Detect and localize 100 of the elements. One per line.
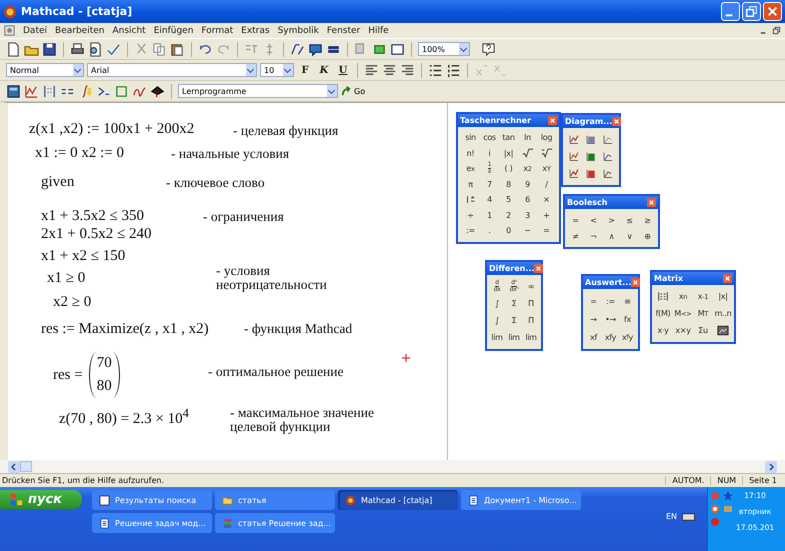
palette-key[interactable]: ≠ xyxy=(566,228,584,244)
paste-icon[interactable] xyxy=(170,42,185,56)
palette-key[interactable]: 8 xyxy=(499,176,518,192)
palette-key[interactable]: 6 xyxy=(518,192,537,208)
scroll-thumb[interactable] xyxy=(20,461,32,472)
palette-key[interactable]: ÷ xyxy=(461,208,480,223)
palette-key[interactable]: f(M) xyxy=(653,305,673,322)
palette-key[interactable]: ¬ xyxy=(584,228,602,244)
palette-key[interactable]: ∫ xyxy=(488,312,506,329)
scroll-left-icon[interactable] xyxy=(8,460,20,472)
font-size-select[interactable]: 10 xyxy=(260,63,294,77)
zoom-select[interactable]: 100% xyxy=(418,42,470,56)
palette-key[interactable]: Π xyxy=(522,312,540,329)
palette-key[interactable]: |x| xyxy=(499,146,518,161)
palette-key[interactable]: Σu xyxy=(693,322,713,339)
palette-key[interactable]: − xyxy=(518,223,537,238)
palette-key[interactable]: ∧ xyxy=(602,228,620,244)
palette-key[interactable]: + xyxy=(537,208,556,223)
palette-key[interactable]: π xyxy=(461,176,480,192)
palette-key[interactable]: ( ) xyxy=(499,161,518,176)
spell-check-icon[interactable] xyxy=(106,42,121,56)
palette-key[interactable]: / xyxy=(537,176,556,192)
taskbar-button[interactable]: Документ1 - Microso... xyxy=(461,490,581,510)
close-icon[interactable] xyxy=(631,278,640,287)
palette-key[interactable]: fx xyxy=(619,310,636,328)
palette-key[interactable]: ln xyxy=(518,130,537,146)
palette-key[interactable]: ≤ xyxy=(620,212,638,228)
palette-key[interactable]: ⊕ xyxy=(638,228,656,244)
palette-key[interactable]: 2 xyxy=(499,208,518,223)
palette-key[interactable]: = xyxy=(566,212,584,228)
palette-key[interactable]: = xyxy=(537,223,556,238)
menu-item[interactable]: Extras xyxy=(241,26,270,36)
palette-key[interactable]: 9 xyxy=(518,176,537,192)
menu-item[interactable]: Fenster xyxy=(326,26,360,36)
matrix-icon[interactable] xyxy=(657,291,669,302)
palette-key[interactable]: ∞ xyxy=(522,278,540,295)
palette-key[interactable]: ∨ xyxy=(620,228,638,244)
palette-key[interactable]: > xyxy=(602,212,620,228)
palette-key[interactable]: x×y xyxy=(673,322,693,339)
palette-key[interactable]: := xyxy=(602,292,619,310)
palette-key[interactable]: := xyxy=(461,223,480,238)
palette-key[interactable]: m..n xyxy=(713,305,733,322)
taskbar-button[interactable]: Решение задач мод... xyxy=(92,513,212,533)
palette-key[interactable]: < xyxy=(584,212,602,228)
function-icon[interactable] xyxy=(290,42,305,56)
palette-key[interactable]: Σ xyxy=(506,295,522,312)
taskbar-button[interactable]: статья xyxy=(215,490,335,510)
palette-key[interactable]: → xyxy=(585,310,602,328)
align-icon[interactable] xyxy=(400,62,415,78)
image-icon[interactable] xyxy=(717,325,729,336)
palette-key[interactable]: × xyxy=(537,192,556,208)
underline-button[interactable]: U xyxy=(335,64,351,76)
document-icon[interactable] xyxy=(4,25,15,36)
nth-root-icon[interactable] xyxy=(540,148,552,159)
menu-item[interactable]: Ansicht xyxy=(112,26,146,36)
close-icon[interactable] xyxy=(763,2,782,21)
keyboard-icon[interactable] xyxy=(682,512,695,520)
align-icon[interactable] xyxy=(364,62,379,78)
palette-key[interactable]: 1 xyxy=(480,208,499,223)
palette-key[interactable]: Π xyxy=(522,295,540,312)
align-icon[interactable] xyxy=(382,62,397,78)
font-select[interactable]: Arial xyxy=(87,63,257,77)
close-icon[interactable] xyxy=(612,117,622,126)
italic-button[interactable]: K xyxy=(316,64,332,76)
palette-key[interactable]: Σ xyxy=(506,312,522,329)
close-icon[interactable] xyxy=(548,116,557,125)
numbered-list-icon[interactable] xyxy=(446,62,461,78)
palette-key[interactable]: 3 xyxy=(518,208,537,223)
menu-item[interactable]: Einfügen xyxy=(154,26,194,36)
palette-key[interactable]: log xyxy=(537,130,556,146)
taskbar-button[interactable]: Результаты поиска xyxy=(92,490,212,510)
menu-item[interactable]: Format xyxy=(201,26,234,36)
style-select[interactable]: Normal xyxy=(6,63,84,77)
square-root-icon[interactable] xyxy=(522,148,534,159)
palette-key[interactable]: . xyxy=(480,223,499,238)
palette-key[interactable]: cos xyxy=(480,130,499,146)
new-document-icon[interactable] xyxy=(6,42,21,56)
palette-key[interactable]: 0 xyxy=(499,223,518,238)
scroll-right-icon[interactable] xyxy=(765,460,777,472)
palette-key[interactable]: xf xyxy=(585,328,602,346)
palette-key[interactable]: = xyxy=(585,292,602,310)
matrix-icon[interactable] xyxy=(42,84,57,98)
close-icon[interactable] xyxy=(647,198,656,207)
bullet-list-icon[interactable] xyxy=(428,62,443,78)
palette-key[interactable]: ≥ xyxy=(638,212,656,228)
palette-key[interactable]: 4 xyxy=(480,192,499,208)
palette-key[interactable]: tan xyxy=(499,130,518,146)
menu-item[interactable]: Datei xyxy=(23,26,48,36)
restore-icon[interactable] xyxy=(742,2,761,21)
menu-item[interactable]: Symbolik xyxy=(278,26,319,36)
palette-key[interactable]: 7 xyxy=(480,176,499,192)
menu-item[interactable]: Bearbeiten xyxy=(55,26,104,36)
palette-key[interactable]: lim xyxy=(522,329,540,346)
palette-key[interactable]: sin xyxy=(461,130,480,146)
go-button[interactable]: Go xyxy=(341,86,366,96)
language-indicator[interactable]: EN xyxy=(666,512,677,521)
help-icon[interactable] xyxy=(481,42,496,56)
menu-item[interactable]: Hilfe xyxy=(368,26,389,36)
restore-icon[interactable] xyxy=(772,26,781,35)
close-icon[interactable] xyxy=(723,274,732,283)
